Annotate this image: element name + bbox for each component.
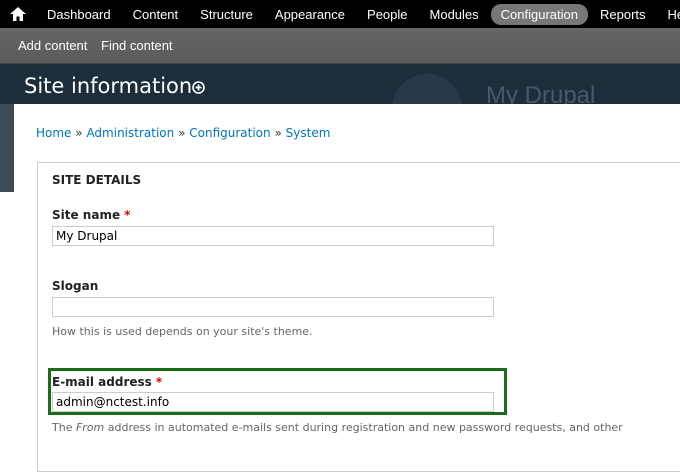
menu-item-appearance[interactable]: Appearance bbox=[265, 4, 355, 25]
email-highlight-box bbox=[48, 368, 507, 415]
breadcrumb-administration[interactable]: Administration bbox=[86, 126, 174, 140]
menu-item-configuration[interactable]: Configuration bbox=[490, 3, 588, 25]
background-site-name: My Drupal bbox=[486, 82, 596, 104]
slogan-label: Slogan bbox=[52, 279, 99, 293]
slogan-input[interactable] bbox=[52, 297, 494, 317]
menu-item-help[interactable]: Help bbox=[658, 4, 680, 25]
site-name-label: Site name * bbox=[52, 208, 130, 222]
breadcrumb: Home » Administration » Configuration » … bbox=[36, 126, 330, 140]
email-description-prefix: The bbox=[52, 421, 76, 434]
menu-item-dashboard[interactable]: Dashboard bbox=[37, 4, 121, 25]
find-content-link[interactable]: Find content bbox=[101, 38, 173, 53]
plus-circle-icon[interactable] bbox=[192, 81, 205, 94]
shortcuts-bar: Add content Find content bbox=[0, 28, 680, 64]
slogan-description: How this is used depends on your site's … bbox=[52, 325, 313, 338]
fieldset-legend: SITE DETAILS bbox=[52, 173, 142, 187]
sidebar-strip bbox=[0, 104, 14, 192]
page-title: Site information bbox=[24, 74, 193, 98]
toolbar-menu: Dashboard Content Structure Appearance P… bbox=[37, 0, 680, 28]
breadcrumb-home[interactable]: Home bbox=[36, 126, 71, 140]
breadcrumb-system[interactable]: System bbox=[286, 126, 331, 140]
menu-item-reports[interactable]: Reports bbox=[590, 4, 656, 25]
site-name-label-text: Site name bbox=[52, 208, 121, 222]
main-content: Home » Administration » Configuration » … bbox=[14, 104, 680, 475]
menu-item-modules[interactable]: Modules bbox=[420, 4, 489, 25]
menu-item-people[interactable]: People bbox=[357, 4, 417, 25]
required-marker: * bbox=[124, 208, 131, 222]
menu-item-content[interactable]: Content bbox=[123, 4, 189, 25]
site-details-fieldset: SITE DETAILS Site name* Slogan How this … bbox=[37, 162, 680, 472]
home-icon[interactable] bbox=[8, 4, 28, 24]
add-content-link[interactable]: Add content bbox=[18, 38, 87, 53]
email-description-suffix: address in automated e-mails sent during… bbox=[104, 421, 623, 434]
breadcrumb-separator: » bbox=[178, 126, 186, 140]
email-description-from: From bbox=[75, 421, 105, 434]
admin-toolbar: Dashboard Content Structure Appearance P… bbox=[0, 0, 680, 28]
site-name-input[interactable] bbox=[52, 226, 494, 246]
page-header: My Drupal Site information bbox=[0, 64, 680, 104]
email-description: The From address in automated e-mails se… bbox=[52, 421, 623, 434]
drupal-logo-icon bbox=[392, 74, 462, 104]
breadcrumb-configuration[interactable]: Configuration bbox=[189, 126, 270, 140]
breadcrumb-separator: » bbox=[75, 126, 83, 140]
breadcrumb-separator: » bbox=[274, 126, 282, 140]
menu-item-structure[interactable]: Structure bbox=[190, 4, 263, 25]
